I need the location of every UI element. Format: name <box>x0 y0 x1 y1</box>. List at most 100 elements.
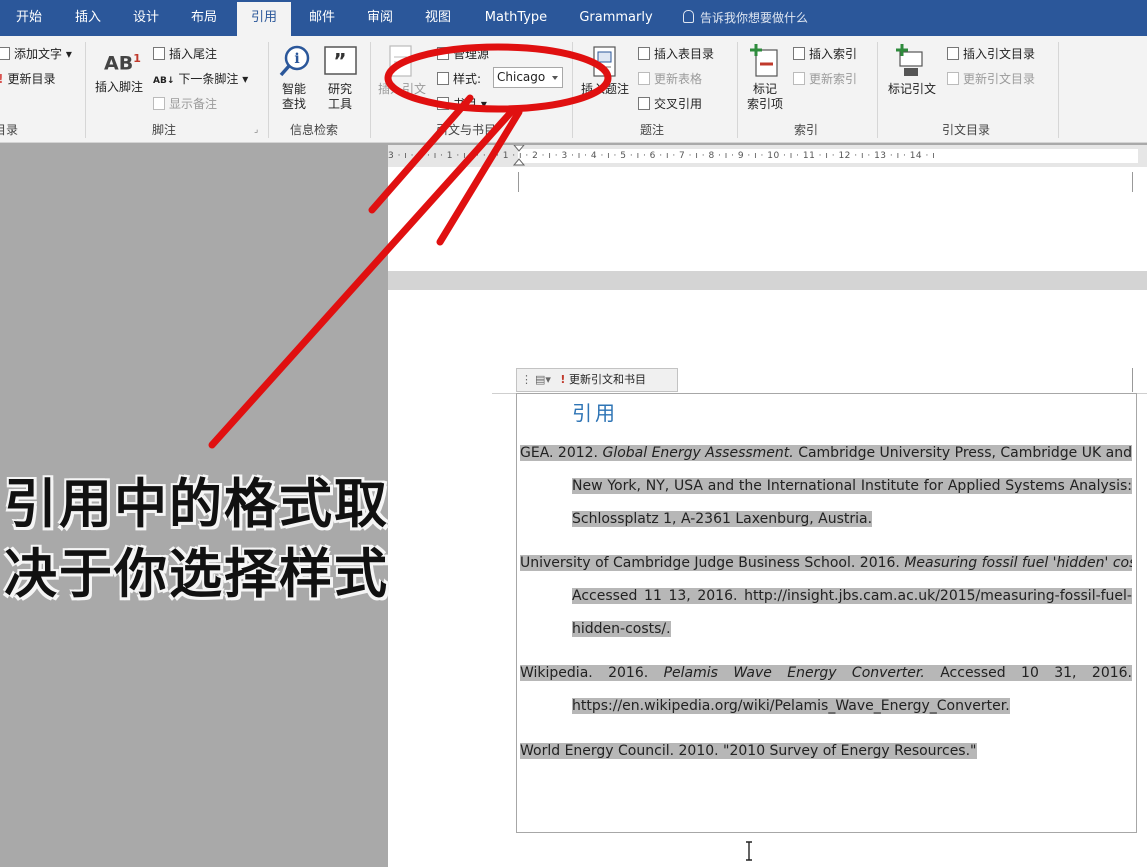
caption-line-1: 引用中的格式取 <box>4 474 389 535</box>
insert-caption-button[interactable]: 插入题注 <box>575 82 635 97</box>
manage-sources-button[interactable]: 管理源 <box>437 45 489 62</box>
group-separator <box>85 42 86 138</box>
tab-design[interactable]: 设计 <box>122 0 170 36</box>
ribbon-tab-bar: 开始 插入 设计 布局 引用 邮件 审阅 视图 MathType Grammar… <box>0 0 1147 36</box>
insert-index-button[interactable]: 插入索引 <box>793 45 857 62</box>
bibliography-entry[interactable]: Wikipedia. 2016. Pelamis Wave Energy Con… <box>520 657 1132 723</box>
update-table-button[interactable]: 更新表格 <box>638 70 702 87</box>
show-notes-icon <box>153 97 165 110</box>
bibliography-title: 引用 <box>572 401 618 425</box>
tab-references[interactable]: 引用 <box>237 2 291 36</box>
update-icon: ! <box>560 373 566 386</box>
group-separator <box>737 42 738 138</box>
group-label-index: 索引 <box>794 123 819 137</box>
drag-handle-icon[interactable]: ⋮ <box>521 373 532 386</box>
group-label-captions: 题注 <box>640 123 665 137</box>
bibliography-entry[interactable]: World Energy Council. 2010. "2010 Survey… <box>520 735 1132 768</box>
mark-citation-icon <box>896 44 923 76</box>
tab-mathtype[interactable]: MathType <box>478 0 554 36</box>
bibliography-line: University of Cambridge Judge Business S… <box>520 547 1132 580</box>
add-text-button[interactable]: 添加文字 ▾ <box>0 45 72 62</box>
style-icon <box>437 72 449 85</box>
bibliography-line: Wikipedia. 2016. Pelamis Wave Energy Con… <box>520 657 1132 690</box>
tell-me-text: 告诉我你想要做什么 <box>700 11 809 25</box>
bibliography-button[interactable]: 书目 ▾ <box>437 95 487 112</box>
bibliography-icon <box>437 97 449 110</box>
table-of-figures-icon <box>638 47 650 60</box>
ruler-ticks: 3 · ı · 2 · ı · 1 · ı · · · ı · 1 · ı · … <box>388 151 936 161</box>
mark-entry-icon <box>750 44 778 77</box>
tab-review[interactable]: 审阅 <box>356 0 404 36</box>
field-shading: hidden-costs/. <box>572 621 671 637</box>
tab-layout[interactable]: 布局 <box>180 0 228 36</box>
field-shading: GEA. 2012. Global Energy Assessment. Cam… <box>520 445 1132 461</box>
field-shading: Accessed 11 13, 2016. http://insight.jbs… <box>572 588 1132 604</box>
insert-table-of-authorities-button[interactable]: 插入引文目录 <box>947 45 1035 62</box>
group-label-footnotes: 脚注 <box>152 123 177 137</box>
group-separator <box>877 42 878 138</box>
indent-marker-icon[interactable] <box>512 145 526 167</box>
group-separator <box>268 42 269 138</box>
group-label-research: 信息检索 <box>290 123 339 137</box>
update-table-icon <box>638 72 650 85</box>
caption-line-2: 决于你选择样式 <box>4 544 389 605</box>
insert-table-of-figures-button[interactable]: 插入表目录 <box>638 45 714 62</box>
show-notes-button[interactable]: 显示备注 <box>153 95 217 112</box>
cross-reference-button[interactable]: 交叉引用 <box>638 95 702 112</box>
insert-index-icon <box>793 47 805 60</box>
bibliography-line: Accessed 11 13, 2016. http://insight.jbs… <box>572 580 1132 613</box>
field-shading: Wikipedia. 2016. Pelamis Wave Energy Con… <box>520 665 1132 681</box>
bibliography-line: World Energy Council. 2010. "2010 Survey… <box>520 735 1132 768</box>
update-citations-button[interactable]: ! 更新引文和书目 <box>560 373 646 386</box>
tab-home[interactable]: 开始 <box>5 0 53 36</box>
group-separator <box>370 42 371 138</box>
mark-entry-button[interactable]: 标记 索引项 <box>740 82 790 112</box>
mark-citation-button[interactable]: 标记引文 <box>882 82 942 97</box>
tutorial-caption: 引用中的格式取 决于你选择样式 <box>4 470 389 610</box>
bibliography-line: hidden-costs/. <box>572 613 1132 646</box>
update-table-of-authorities-button[interactable]: 更新引文目录 <box>947 70 1035 87</box>
margin-mark <box>1132 172 1133 192</box>
page-previous[interactable] <box>388 167 1147 271</box>
footnotes-dialog-launcher[interactable]: ⌟ <box>254 125 258 135</box>
insert-endnote-icon <box>153 47 165 60</box>
horizontal-ruler[interactable]: 3 · ı · 2 · ı · 1 · ı · · · ı · 1 · ı · … <box>388 145 1147 167</box>
researcher-button[interactable]: 研究 工具 <box>322 82 358 112</box>
bibliography-entry[interactable]: GEA. 2012. Global Energy Assessment. Cam… <box>520 437 1132 536</box>
insert-caption-icon <box>593 46 616 77</box>
update-index-button[interactable]: 更新索引 <box>793 70 857 87</box>
insert-citation-icon <box>389 45 412 77</box>
insert-endnote-button[interactable]: 插入尾注 <box>153 45 217 62</box>
bibliography-options-icon[interactable]: ▤▾ <box>535 373 551 386</box>
group-label-table-of-authorities: 引文目录 <box>942 123 991 137</box>
tab-view[interactable]: 视图 <box>414 0 462 36</box>
next-footnote-button[interactable]: AB↓ 下一条脚注 ▾ <box>153 70 248 87</box>
insert-footnote-button[interactable]: 插入脚注 <box>90 80 148 95</box>
chevron-down-icon <box>552 76 558 80</box>
insert-citation-button[interactable]: 插入引文 <box>374 82 430 97</box>
tell-me-box[interactable]: 告诉我你想要做什么 <box>683 0 808 36</box>
smart-lookup-button[interactable]: 智能 查找 <box>276 82 312 112</box>
lightbulb-icon <box>683 10 694 23</box>
citation-style-dropdown[interactable]: Chicago <box>493 67 563 88</box>
content-control-tab[interactable]: ⋮ ▤▾ ! 更新引文和书目 <box>516 368 678 392</box>
field-shading: https://en.wikipedia.org/wiki/Pelamis_Wa… <box>572 698 1010 714</box>
update-toc-icon: ! <box>0 72 3 86</box>
bibliography-entry[interactable]: University of Cambridge Judge Business S… <box>520 547 1132 646</box>
tab-mailings[interactable]: 邮件 <box>298 0 346 36</box>
text-cursor-icon <box>746 841 752 861</box>
bibliography-line: https://en.wikipedia.org/wiki/Pelamis_Wa… <box>572 690 1132 723</box>
manage-sources-icon <box>437 47 449 60</box>
update-index-icon <box>793 72 805 85</box>
add-text-icon <box>0 47 10 60</box>
bibliography-line: Schlossplatz 1, A-2361 Laxenburg, Austri… <box>572 503 1132 536</box>
tab-grammarly[interactable]: Grammarly <box>574 0 658 36</box>
group-separator <box>572 42 573 138</box>
update-toc-button[interactable]: !更新目录 <box>0 70 56 87</box>
citation-style-label: 样式: <box>437 70 481 87</box>
tab-insert[interactable]: 插入 <box>64 0 112 36</box>
svg-text:i: i <box>294 51 299 67</box>
bibliography-line: New York, NY, USA and the International … <box>572 470 1132 503</box>
field-shading: New York, NY, USA and the International … <box>572 478 1132 494</box>
svg-text:”: ” <box>333 49 346 73</box>
